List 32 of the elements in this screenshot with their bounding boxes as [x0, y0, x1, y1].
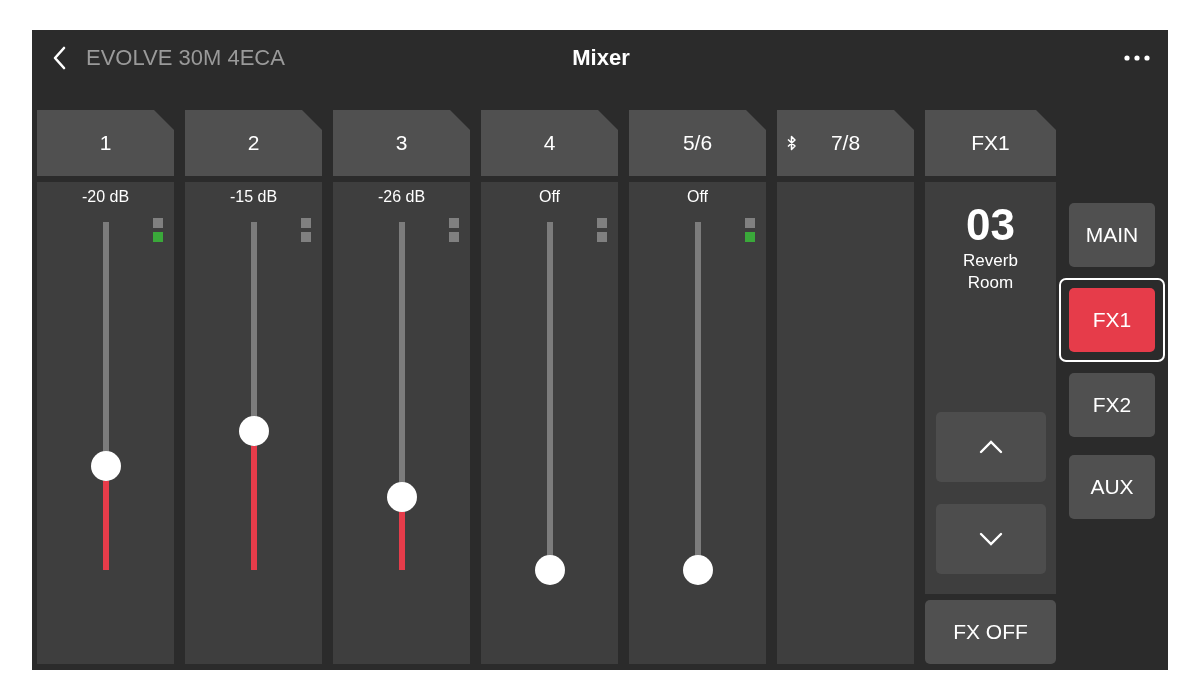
more-icon[interactable] [1124, 54, 1150, 61]
fader-fill [398, 511, 405, 570]
fx-off-button[interactable]: FX OFF [925, 600, 1056, 664]
channel-tab[interactable]: 1 [37, 110, 174, 176]
preset-number: 03 [966, 200, 1015, 250]
chevron-down-icon [978, 532, 1003, 546]
channel-tab[interactable]: 5/6 [629, 110, 766, 176]
channel-tab[interactable]: 2 [185, 110, 322, 176]
level-reading: Off [538, 188, 560, 206]
bus-button[interactable]: FX1 [1069, 288, 1155, 352]
fader-thumb[interactable] [534, 555, 565, 585]
fader-thumb[interactable] [386, 481, 417, 512]
channel-tab[interactable]: 7/8 [777, 110, 914, 176]
chevron-up-icon [978, 440, 1003, 454]
fader-thumb[interactable] [238, 415, 269, 446]
fx-tab[interactable]: FX1 [925, 110, 1056, 176]
fader-thumb[interactable] [682, 555, 713, 585]
fader-thumb[interactable] [90, 450, 121, 481]
bus-button[interactable]: AUX [1069, 455, 1155, 519]
back-icon[interactable] [52, 45, 66, 70]
level-reading: -15 dB [229, 188, 278, 206]
bluetooth-icon [787, 135, 797, 151]
bus-button[interactable]: MAIN [1069, 203, 1155, 267]
level-reading: -26 dB [377, 188, 426, 206]
level-reading: -20 dB [81, 188, 130, 206]
channel-tab[interactable]: 4 [481, 110, 618, 176]
bus-button[interactable]: FX2 [1069, 373, 1155, 437]
preset-name: Reverb Room [962, 250, 1019, 294]
device-name: EVOLVE 30M 4ECA [86, 44, 285, 71]
window-title: Mixer [572, 44, 630, 71]
channel-tab[interactable]: 3 [333, 110, 470, 176]
level-reading: Off [686, 188, 708, 206]
